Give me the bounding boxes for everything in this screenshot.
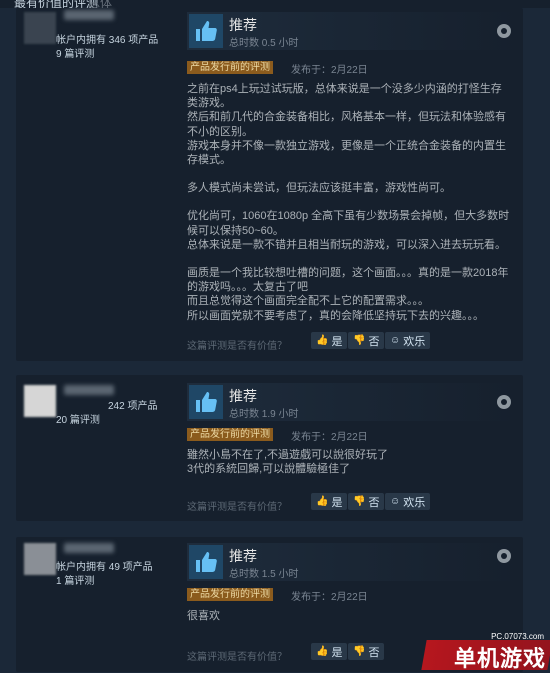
posted-date: 发布于：2月22日 [291, 592, 368, 603]
thumbs-up-icon: 👍 [316, 335, 329, 346]
vote-no-button[interactable]: 👎 否 [348, 493, 385, 510]
vote-funny-button[interactable]: ☺ 欢乐 [385, 332, 431, 349]
avatar[interactable] [24, 12, 56, 44]
recommend-title: 推荐 [229, 388, 257, 404]
thumbs-up-icon [189, 545, 223, 579]
review-body: 很喜欢 [187, 609, 512, 623]
avatar[interactable] [24, 543, 56, 575]
helpful-question: 这篇评测是否有价值？ [187, 341, 287, 352]
products-owned[interactable]: 帐户内拥有 346 项产品 [56, 31, 158, 46]
no-label: 否 [368, 335, 380, 348]
yes-label: 是 [331, 335, 343, 348]
review-paragraph: 然后和前几代的合金装备相比，风格基本一样，但玩法和体验感有不小的区别。 [187, 111, 506, 138]
posted-date: 发布于：2月22日 [291, 432, 368, 443]
helpful-question: 这篇评测是否有价值？ [187, 652, 287, 663]
review-paragraph: 雖然小島不在了,不過遊戲可以說很好玩了 [187, 449, 389, 461]
products-owned[interactable]: 帐户内拥有 49 项产品 [56, 558, 153, 573]
reviewer-info: 242 项产品 20 篇评测 [16, 375, 184, 521]
thumbs-up-icon: 👍 [316, 496, 329, 507]
hours-played: 总时数 0.5 小时 [229, 38, 299, 49]
vote-yes-button[interactable]: 👍 是 [311, 332, 348, 349]
reviewer-info: 帐户内拥有 346 项产品 9 篇评测 [16, 8, 184, 361]
smiley-icon: ☺ [390, 335, 401, 346]
review-paragraph: 所以画面党就不要考虑了，真的会降低坚持玩下去的兴趣。。。 [187, 309, 484, 322]
yes-label: 是 [331, 496, 343, 509]
hours-played: 总时数 1.9 小时 [229, 409, 299, 420]
vote-no-button[interactable]: 👎 否 [348, 332, 385, 349]
no-label: 否 [368, 646, 380, 659]
review-count[interactable]: 1 篇评测 [56, 572, 94, 587]
review-paragraph: 优化尚可，1060在1080p 全高下虽有少数场景会掉帧，但大多数时候可以保持5… [187, 210, 510, 237]
steam-logo-icon [497, 24, 511, 38]
avatar[interactable] [24, 385, 56, 417]
section-subtitle: 总体 [88, 0, 113, 8]
watermark-url: PC.07073.com [491, 632, 544, 641]
review-count[interactable]: 20 篇评测 [56, 411, 100, 426]
recommend-title: 推荐 [229, 17, 257, 33]
vote-header[interactable]: 推荐 总时数 1.5 小时 [187, 543, 517, 581]
thumbs-down-icon: 👎 [353, 335, 366, 346]
no-label: 否 [368, 496, 380, 509]
reviewer-name[interactable] [64, 385, 114, 395]
yes-label: 是 [331, 646, 343, 659]
smiley-icon: ☺ [390, 496, 401, 507]
review-card: 帐户内拥有 346 项产品 9 篇评测 推荐 总时数 0.5 小时 产品发行前的… [16, 8, 523, 361]
reviewer-name[interactable] [64, 543, 114, 553]
thumbs-down-icon: 👎 [353, 496, 366, 507]
review-paragraph: 游戏本身并不像一款独立游戏，更像是一个正统合金装备的内置生存模式。 [187, 139, 506, 167]
vote-no-button[interactable]: 👎 否 [348, 643, 385, 660]
thumbs-up-icon [189, 385, 223, 419]
reviewer-name[interactable] [64, 10, 114, 20]
section-title: 最有价值的评测 [14, 0, 99, 8]
review-paragraph: 很喜欢 [187, 610, 220, 622]
vote-header[interactable]: 推荐 总时数 0.5 小时 [187, 12, 517, 50]
posted-date: 发布于：2月22日 [291, 65, 368, 76]
early-access-badge: 产品发行前的评测 [187, 428, 273, 441]
products-owned[interactable]: 242 项产品 [108, 397, 157, 412]
review-paragraph: 画质是一个我比较想吐槽的问题，这个画面。。。真的是一款2018年的游戏吗。。。太… [187, 267, 509, 294]
site-watermark: PC.07073.com 单机游戏 [420, 632, 550, 672]
review-paragraph: 3代的系統回歸,可以說體驗極佳了 [187, 463, 351, 476]
review-paragraph: 总体来说是一款不错并且相当耐玩的游戏，可以深入进去玩玩看。 [187, 238, 506, 251]
review-body: 之前在ps4上玩过试玩版，总体来说是一个没多少内涵的打怪生存类游戏。 然后和前几… [187, 82, 512, 323]
thumbs-up-icon [189, 14, 223, 48]
vote-yes-button[interactable]: 👍 是 [311, 493, 348, 510]
vote-funny-button[interactable]: ☺ 欢乐 [385, 493, 431, 510]
early-access-badge: 产品发行前的评测 [187, 588, 273, 601]
funny-label: 欢乐 [403, 496, 426, 509]
early-access-badge: 产品发行前的评测 [187, 61, 273, 74]
watermark-text: 单机游戏 [453, 647, 546, 672]
review-card: 242 项产品 20 篇评测 推荐 总时数 1.9 小时 产品发行前的评测 发布… [16, 375, 523, 521]
funny-label: 欢乐 [403, 335, 426, 348]
vote-yes-button[interactable]: 👍 是 [311, 643, 348, 660]
review-paragraph: 之前在ps4上玩过试玩版，总体来说是一个没多少内涵的打怪生存类游戏。 [187, 83, 502, 110]
steam-logo-icon [497, 549, 511, 563]
hours-played: 总时数 1.5 小时 [229, 569, 299, 580]
review-paragraph: 而且总觉得这个画面完全配不上它的配置需求。。。 [187, 295, 429, 308]
review-count[interactable]: 9 篇评测 [56, 45, 94, 60]
reviewer-info: 帐户内拥有 49 项产品 1 篇评测 [16, 537, 184, 672]
steam-logo-icon [497, 395, 511, 409]
thumbs-up-icon: 👍 [316, 646, 329, 657]
helpful-question: 这篇评测是否有价值？ [187, 502, 287, 513]
section-header: 最有价值的评测 总体 [0, 0, 550, 8]
review-body: 雖然小島不在了,不過遊戲可以說很好玩了 3代的系統回歸,可以說體驗極佳了 [187, 448, 512, 476]
thumbs-down-icon: 👎 [353, 646, 366, 657]
vote-header[interactable]: 推荐 总时数 1.9 小时 [187, 383, 517, 421]
recommend-title: 推荐 [229, 548, 257, 564]
review-paragraph: 多人模式尚未尝试，但玩法应该挺丰富，游戏性尚可。 [187, 182, 451, 195]
